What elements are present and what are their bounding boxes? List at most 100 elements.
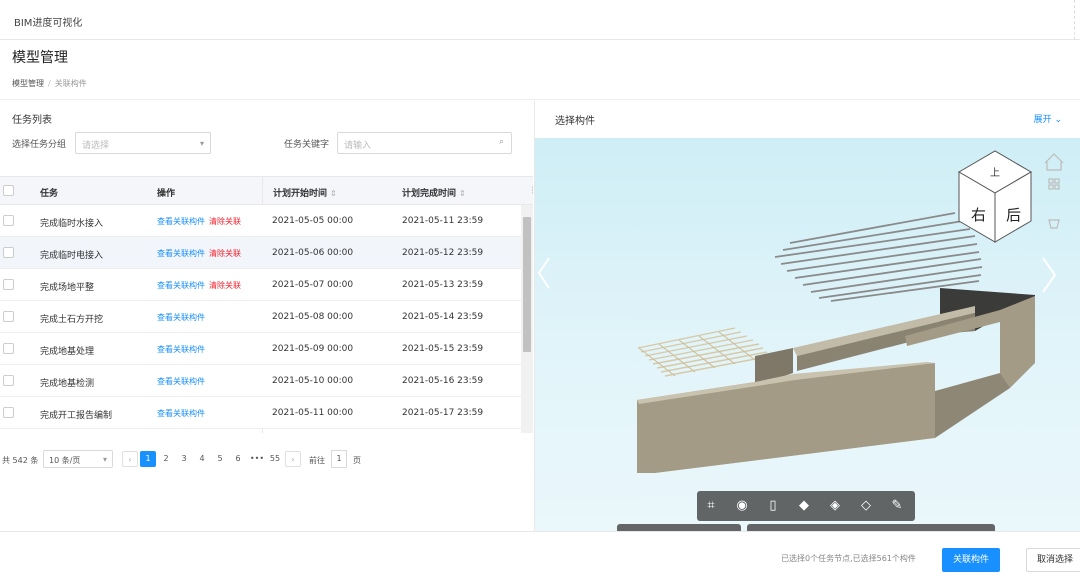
row-checkbox[interactable] bbox=[3, 311, 14, 322]
expand-button[interactable]: 展开 ⌄ bbox=[1034, 112, 1062, 125]
row-checkbox[interactable] bbox=[3, 215, 14, 226]
table-body: 完成临时水接入 查看关联构件 清除关联 2021-05-05 00:00 2021-05… bbox=[0, 205, 533, 429]
view-components-link[interactable]: 查看关联构件 bbox=[157, 345, 205, 354]
page-number[interactable]: 3 bbox=[176, 451, 192, 467]
end-time: 2021-05-11 23:59 bbox=[402, 216, 484, 226]
page-size-select[interactable]: 10 条/页 ▾ bbox=[43, 450, 113, 468]
action-cell: 查看关联构件 清除关联 bbox=[157, 248, 241, 259]
table-row[interactable]: 完成地基处理 查看关联构件 2021-05-09 00:00 2021-05-15 2… bbox=[0, 333, 533, 365]
table-row[interactable]: 完成临时水接入 查看关联构件 清除关联 2021-05-05 00:00 2021-05… bbox=[0, 205, 533, 237]
page-number[interactable]: 55 bbox=[267, 451, 283, 467]
remove-link[interactable]: 清除关联 bbox=[209, 281, 241, 290]
chevron-down-icon: ▾ bbox=[102, 455, 107, 464]
row-checkbox[interactable] bbox=[3, 375, 14, 386]
grid-icon bbox=[1048, 178, 1054, 184]
view-components-link[interactable]: 查看关联构件 bbox=[157, 313, 205, 322]
row-checkbox[interactable] bbox=[3, 343, 14, 354]
cube-isolate-icon[interactable]: ◈ bbox=[827, 498, 843, 514]
row-checkbox[interactable] bbox=[3, 279, 14, 290]
title-bar: BIM进度可视化 bbox=[0, 0, 1080, 40]
view-components-link[interactable]: 查看关联构件 bbox=[157, 409, 205, 418]
remove-link[interactable]: 清除关联 bbox=[209, 249, 241, 258]
end-time: 2021-05-14 23:59 bbox=[402, 312, 484, 322]
box-select-icon[interactable]: ⌗ bbox=[703, 498, 719, 514]
breadcrumb-item-link-components: 关联构件 bbox=[54, 79, 87, 88]
task-list-title: 任务列表 bbox=[12, 115, 52, 126]
row-checkbox[interactable] bbox=[3, 407, 14, 418]
start-time: 2021-05-05 00:00 bbox=[272, 216, 354, 226]
steel-rebar-group bbox=[774, 212, 983, 302]
action-cell: 查看关联构件 bbox=[157, 376, 205, 387]
page-number[interactable]: 6 bbox=[230, 451, 246, 467]
start-time: 2021-05-11 00:00 bbox=[272, 408, 354, 418]
bim-3d-viewer[interactable]: 上 右 后 ⌗ ◉ ▯ ◆ ◈ ◇ ✎ bbox=[535, 138, 1080, 531]
page-number[interactable]: 4 bbox=[194, 451, 210, 467]
view-components-link[interactable]: 查看关联构件 bbox=[157, 249, 205, 258]
wall-right-inner bbox=[935, 373, 1010, 438]
breadcrumb-item-model-management[interactable]: 模型管理 bbox=[12, 79, 44, 88]
start-time: 2021-05-10 00:00 bbox=[272, 376, 354, 386]
page-number[interactable]: 5 bbox=[212, 451, 228, 467]
table-header: 任务 操作 计划开始时间⇕ 计划完成时间⇕ ⋮ bbox=[0, 177, 533, 205]
section-icon[interactable]: ▯ bbox=[765, 498, 781, 514]
action-cell: 查看关联构件 bbox=[157, 344, 205, 355]
view-components-link[interactable]: 查看关联构件 bbox=[157, 281, 205, 290]
table-row[interactable]: 完成土石方开挖 查看关联构件 2021-05-08 00:00 2021-05-14 … bbox=[0, 301, 533, 333]
task-name: 完成地基检测 bbox=[40, 379, 95, 389]
component-panel: 选择构件 展开 ⌄ 上 右 后 ⌗ ◉ ▯ ◆ ◈ ◇ ✎ bbox=[534, 101, 1080, 531]
slab-group bbox=[637, 327, 772, 377]
cube-outline-icon[interactable]: ◇ bbox=[858, 498, 874, 514]
task-name: 完成地基处理 bbox=[40, 347, 95, 357]
table-row[interactable]: 完成临时电接入 查看关联构件 清除关联 2021-05-06 00:00 2021-05… bbox=[0, 237, 533, 269]
palette-icon[interactable]: ✎ bbox=[889, 498, 905, 514]
table-row[interactable]: 完成开工报告编制 查看关联构件 2021-05-11 00:00 2021-05-17… bbox=[0, 397, 533, 429]
cube-face-top: 上 bbox=[990, 167, 1000, 179]
action-cell: 查看关联构件 清除关联 bbox=[157, 216, 241, 227]
cube-face-back: 后 bbox=[1006, 206, 1021, 224]
model-canvas[interactable]: 上 右 后 bbox=[535, 138, 1080, 531]
goto-page-input[interactable]: 1 bbox=[331, 450, 347, 468]
group-select[interactable]: 请选择 ▾ bbox=[75, 132, 211, 154]
link-components-button[interactable]: 关联构件 bbox=[942, 548, 1000, 572]
task-name: 完成临时水接入 bbox=[40, 219, 104, 229]
row-checkbox[interactable] bbox=[3, 247, 14, 258]
group-label: 选择任务分组 bbox=[12, 140, 67, 150]
end-time: 2021-05-12 23:59 bbox=[402, 248, 484, 258]
vertical-scrollbar[interactable] bbox=[521, 205, 533, 433]
column-header-start[interactable]: 计划开始时间 ⇕ bbox=[273, 186, 337, 199]
page-number[interactable]: ••• bbox=[249, 451, 265, 467]
end-time: 2021-05-16 23:59 bbox=[402, 376, 484, 386]
layers-icon bbox=[1048, 219, 1060, 229]
cube-solid-icon[interactable]: ◆ bbox=[796, 498, 812, 514]
next-page-button[interactable]: › bbox=[285, 451, 301, 467]
prev-page-button[interactable]: ‹ bbox=[122, 451, 138, 467]
table-row[interactable]: 完成场地平整 查看关联构件 清除关联 2021-05-07 00:00 2021-05-… bbox=[0, 269, 533, 301]
column-header-action: 操作 bbox=[157, 189, 176, 199]
remove-link[interactable]: 清除关联 bbox=[209, 217, 241, 226]
table-row[interactable]: 完成地基检测 查看关联构件 2021-05-10 00:00 2021-05-16 2… bbox=[0, 365, 533, 397]
action-cell: 查看关联构件 bbox=[157, 408, 205, 419]
end-time: 2021-05-17 23:59 bbox=[402, 408, 484, 418]
keyword-input[interactable]: 请输入 ⌕ bbox=[337, 132, 512, 154]
viewer-toolbar-secondary bbox=[617, 524, 741, 531]
start-time: 2021-05-09 00:00 bbox=[272, 344, 354, 354]
total-count: 共 542 条 bbox=[2, 456, 39, 465]
action-cell: 查看关联构件 清除关联 bbox=[157, 280, 241, 291]
column-header-end[interactable]: 计划完成时间 ⇕ bbox=[402, 186, 466, 199]
hide-icon[interactable]: ◉ bbox=[734, 498, 750, 514]
page-number[interactable]: 2 bbox=[158, 451, 174, 467]
view-components-link[interactable]: 查看关联构件 bbox=[157, 377, 205, 386]
column-more-icon[interactable]: ⋮ bbox=[529, 186, 533, 196]
select-all-checkbox[interactable] bbox=[3, 185, 14, 196]
task-table: 任务 操作 计划开始时间⇕ 计划完成时间⇕ ⋮ 完成临时水接入查看关联构件清除关… bbox=[0, 176, 533, 433]
cube-face-right: 右 bbox=[971, 206, 986, 224]
column-header-task: 任务 bbox=[40, 189, 59, 199]
chevron-down-icon: ⌄ bbox=[1054, 115, 1062, 125]
keyword-label: 任务关键字 bbox=[284, 140, 330, 150]
cancel-selection-button[interactable]: 取消选择 bbox=[1026, 548, 1080, 572]
page-number[interactable]: 1 bbox=[140, 451, 156, 467]
prev-view-arrow-icon bbox=[537, 257, 550, 289]
next-view-arrow-icon bbox=[1042, 257, 1057, 293]
view-components-link[interactable]: 查看关联构件 bbox=[157, 217, 205, 226]
breadcrumb: 模型管理 / 关联构件 bbox=[12, 79, 87, 88]
